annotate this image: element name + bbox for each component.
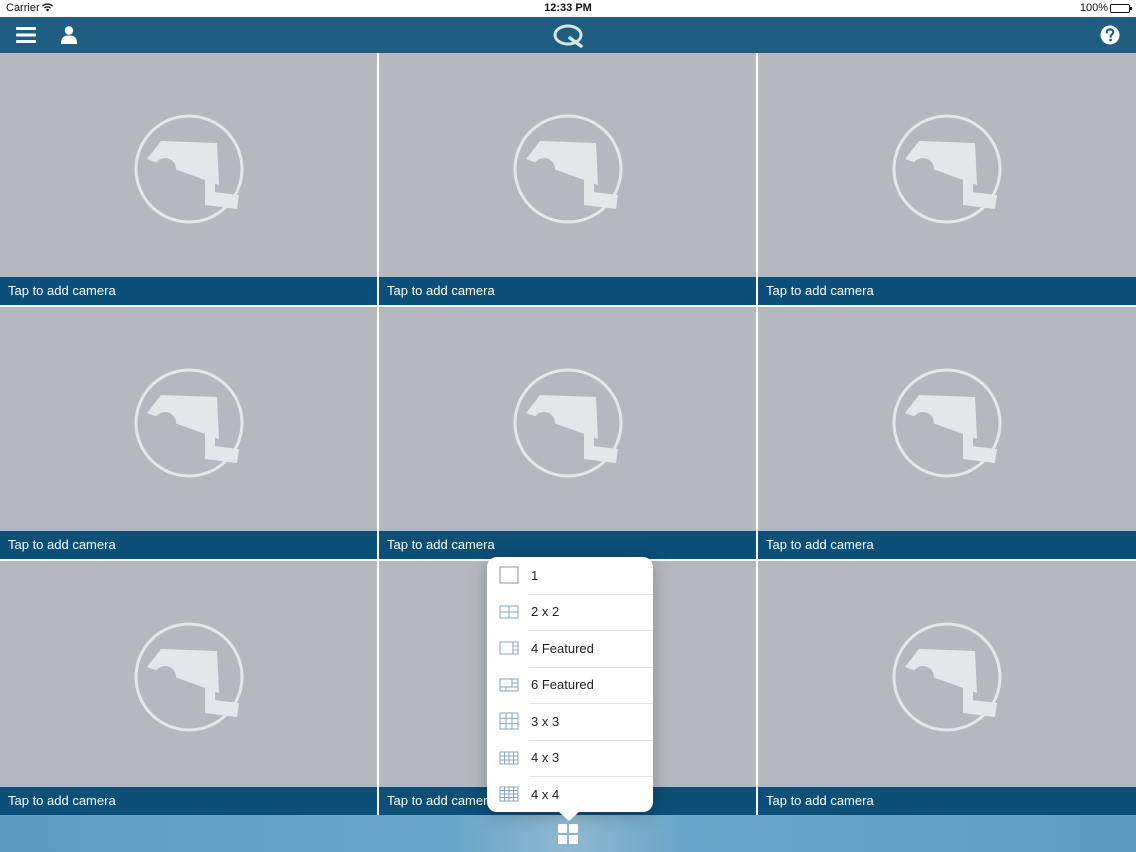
tile-caption: Tap to add camera [379, 531, 756, 559]
camera-icon [513, 114, 623, 224]
layout-option-2x2[interactable]: 2 x 2 [487, 593, 653, 631]
layout-option-1[interactable]: 1 [487, 557, 653, 594]
layout-option-4-featured[interactable]: 4 Featured [487, 630, 653, 667]
camera-tile[interactable]: Tap to add camera [379, 307, 756, 559]
camera-icon [892, 622, 1002, 732]
layout-menu: 1 2 x 2 4 Featured 6 Featured 3 x 3 4 x … [487, 557, 653, 821]
camera-tile[interactable]: Tap to add camera [0, 561, 377, 815]
layout-option-label: 2 x 2 [531, 604, 560, 620]
layout-4x4-icon [499, 786, 519, 802]
q-logo-icon [553, 24, 583, 48]
layout-4-featured-icon [499, 641, 519, 655]
layout-option-6-featured[interactable]: 6 Featured [487, 666, 653, 704]
layout-grid-icon[interactable] [557, 823, 579, 845]
layout-option-label: 4 x 3 [531, 750, 560, 766]
help-button[interactable] [1092, 17, 1128, 53]
layout-option-label: 3 x 3 [531, 713, 560, 729]
layout-option-4x3[interactable]: 4 x 3 [487, 739, 653, 777]
battery-percent: 100% [1079, 2, 1108, 14]
help-icon [1100, 25, 1120, 45]
layout-option-4x4[interactable]: 4 x 4 [487, 776, 653, 813]
camera-icon [134, 114, 244, 224]
layout-option-label: 1 [531, 567, 539, 583]
tile-caption: Tap to add camera [0, 277, 377, 305]
hamburger-icon [16, 27, 36, 43]
camera-icon [892, 368, 1002, 478]
camera-tile[interactable]: Tap to add camera [758, 561, 1136, 815]
layout-3x3-icon [499, 712, 519, 730]
camera-tile[interactable]: Tap to add camera [758, 307, 1136, 559]
camera-icon [892, 114, 1002, 224]
tile-caption: Tap to add camera [758, 787, 1136, 815]
layout-option-3x3[interactable]: 3 x 3 [487, 703, 653, 740]
layout-4x3-icon [499, 751, 519, 765]
user-button[interactable] [51, 17, 87, 53]
camera-icon [134, 368, 244, 478]
user-icon [61, 26, 77, 44]
layout-option-label: 4 x 4 [531, 786, 560, 802]
clock: 12:33 PM [544, 2, 592, 14]
layout-option-label: 4 Featured [531, 640, 594, 656]
camera-tile[interactable]: Tap to add camera [379, 53, 756, 305]
layout-2x2-icon [499, 605, 519, 619]
tile-caption: Tap to add camera [0, 531, 377, 559]
camera-tile[interactable]: Tap to add camera [758, 53, 1136, 305]
nav-bar [0, 17, 1136, 53]
layout-option-label: 6 Featured [531, 677, 594, 693]
tile-caption: Tap to add camera [379, 277, 756, 305]
camera-icon [513, 368, 623, 478]
camera-tile[interactable]: Tap to add camera [0, 307, 377, 559]
layout-6-featured-icon [499, 678, 519, 692]
menu-button[interactable] [8, 17, 44, 53]
layout-1-icon [499, 566, 519, 584]
battery-icon [1110, 4, 1132, 13]
camera-icon [134, 622, 244, 732]
status-bar: Carrier 12:33 PM 100% [0, 0, 1136, 17]
tile-caption: Tap to add camera [758, 277, 1136, 305]
camera-tile[interactable]: Tap to add camera [0, 53, 377, 305]
tile-caption: Tap to add camera [758, 531, 1136, 559]
tile-caption: Tap to add camera [0, 787, 377, 815]
